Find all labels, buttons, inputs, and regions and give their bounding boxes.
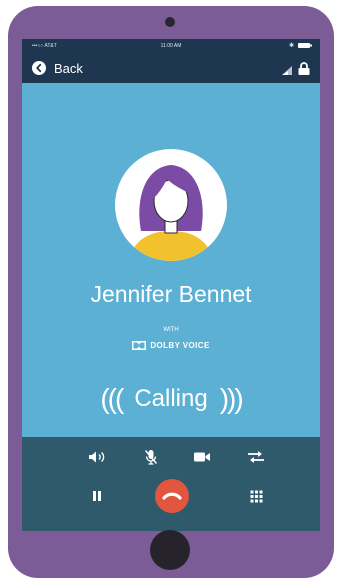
call-controls: [22, 437, 320, 531]
dolby-logo-icon: [132, 341, 147, 350]
signal-waves-left: (((: [100, 383, 124, 414]
switch-button[interactable]: [244, 445, 268, 469]
signal-icon: [282, 66, 292, 75]
switch-icon: [248, 451, 264, 463]
back-arrow-icon: [32, 61, 46, 75]
hold-button[interactable]: [85, 484, 109, 508]
speaker-icon: [89, 451, 105, 463]
keypad-button[interactable]: [244, 484, 268, 508]
signal-waves-right: ))): [219, 383, 244, 414]
call-status: Calling: [134, 385, 208, 412]
dolby-voice-logo: DOLBY VOICE: [22, 341, 320, 350]
home-button[interactable]: [150, 530, 190, 570]
with-label: WITH: [163, 327, 179, 333]
dolby-voice-label: DOLBY VOICE: [150, 341, 210, 350]
person-avatar-icon: [129, 165, 213, 261]
bluetooth-icon: ✱: [288, 43, 294, 49]
status-time: 11:00 AM: [160, 43, 182, 49]
end-call-button[interactable]: [155, 479, 189, 513]
lock-icon[interactable]: [298, 62, 310, 75]
hold-icon: [93, 491, 101, 501]
nav-bar: Back: [22, 53, 320, 83]
nav-right-icons: [282, 62, 310, 75]
status-bar: •••○○ AT&T 11:00 AM ✱: [22, 39, 320, 53]
mute-icon: [144, 450, 158, 465]
caller-name: Jennifer Bennet: [90, 281, 252, 307]
mute-button[interactable]: [139, 445, 163, 469]
battery-icon: [298, 43, 312, 48]
end-call-icon: [162, 492, 182, 500]
caller-avatar: [115, 149, 227, 261]
calling-indicator: ((( Calling ))): [22, 379, 320, 419]
back-label: Back: [54, 60, 83, 76]
keypad-icon: [250, 490, 262, 502]
back-button[interactable]: Back: [32, 59, 83, 77]
phone-frame: •••○○ AT&T 11:00 AM ✱ Back Jennifer Benn…: [8, 6, 334, 578]
front-camera: [165, 17, 175, 27]
phone-screen: •••○○ AT&T 11:00 AM ✱ Back Jennifer Benn…: [22, 39, 320, 531]
video-button[interactable]: [190, 445, 214, 469]
video-icon: [194, 452, 210, 462]
speaker-button[interactable]: [85, 445, 109, 469]
